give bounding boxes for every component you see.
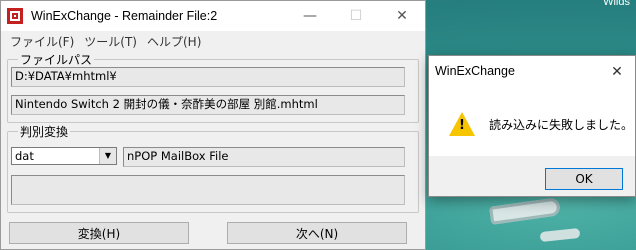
chevron-down-icon[interactable]: ▼ [99, 148, 116, 164]
dialog-title-bar[interactable]: WinExChange ✕ [429, 56, 635, 86]
detect-group-label: 判別変換 [18, 123, 71, 140]
main-window: WinExChange - Remainder File:2 — ☐ ✕ ファイ… [0, 0, 426, 250]
boat-image [489, 197, 561, 225]
file-path-group-label: ファイルパス [18, 51, 95, 68]
menu-tools[interactable]: ツール(T) [79, 33, 142, 50]
maximize-icon: ☐ [349, 8, 363, 24]
window-title: WinExChange - Remainder File:2 [31, 9, 218, 23]
dialog-body: ! 読み込みに失敗しました。 [429, 86, 635, 156]
menu-bar: ファイル(F) ツール(T) ヘルプ(H) [1, 31, 425, 51]
menu-file[interactable]: ファイル(F) [5, 33, 79, 50]
ok-button[interactable]: OK [545, 168, 623, 190]
error-dialog: WinExChange ✕ ! 読み込みに失敗しました。 OK [428, 55, 636, 197]
minimize-icon[interactable]: — [287, 1, 333, 31]
warning-icon: ! [449, 112, 475, 136]
format-description-field: nPOP MailBox File [123, 147, 405, 167]
desktop-text-right: Wilds [603, 0, 630, 8]
close-icon[interactable]: ✕ [599, 56, 635, 86]
output-field[interactable] [11, 175, 405, 205]
format-select[interactable]: dat ▼ [11, 147, 117, 165]
format-select-value: dat [15, 149, 34, 163]
title-bar[interactable]: WinExChange - Remainder File:2 — ☐ ✕ [1, 1, 425, 31]
directory-field[interactable]: D:¥DATA¥mhtml¥ [11, 67, 405, 87]
next-button[interactable]: 次へ(N) [227, 222, 407, 244]
close-icon[interactable]: ✕ [379, 1, 425, 31]
boat-image-2 [539, 227, 581, 243]
filename-field[interactable]: Nintendo Switch 2 開封の儀・奈酢美の部屋 別館.mhtml [11, 95, 405, 115]
app-icon [7, 8, 23, 24]
convert-button[interactable]: 変換(H) [9, 222, 189, 244]
dialog-title: WinExChange [435, 64, 515, 78]
menu-help[interactable]: ヘルプ(H) [142, 33, 206, 50]
dialog-message: 読み込みに失敗しました。 [489, 118, 634, 132]
